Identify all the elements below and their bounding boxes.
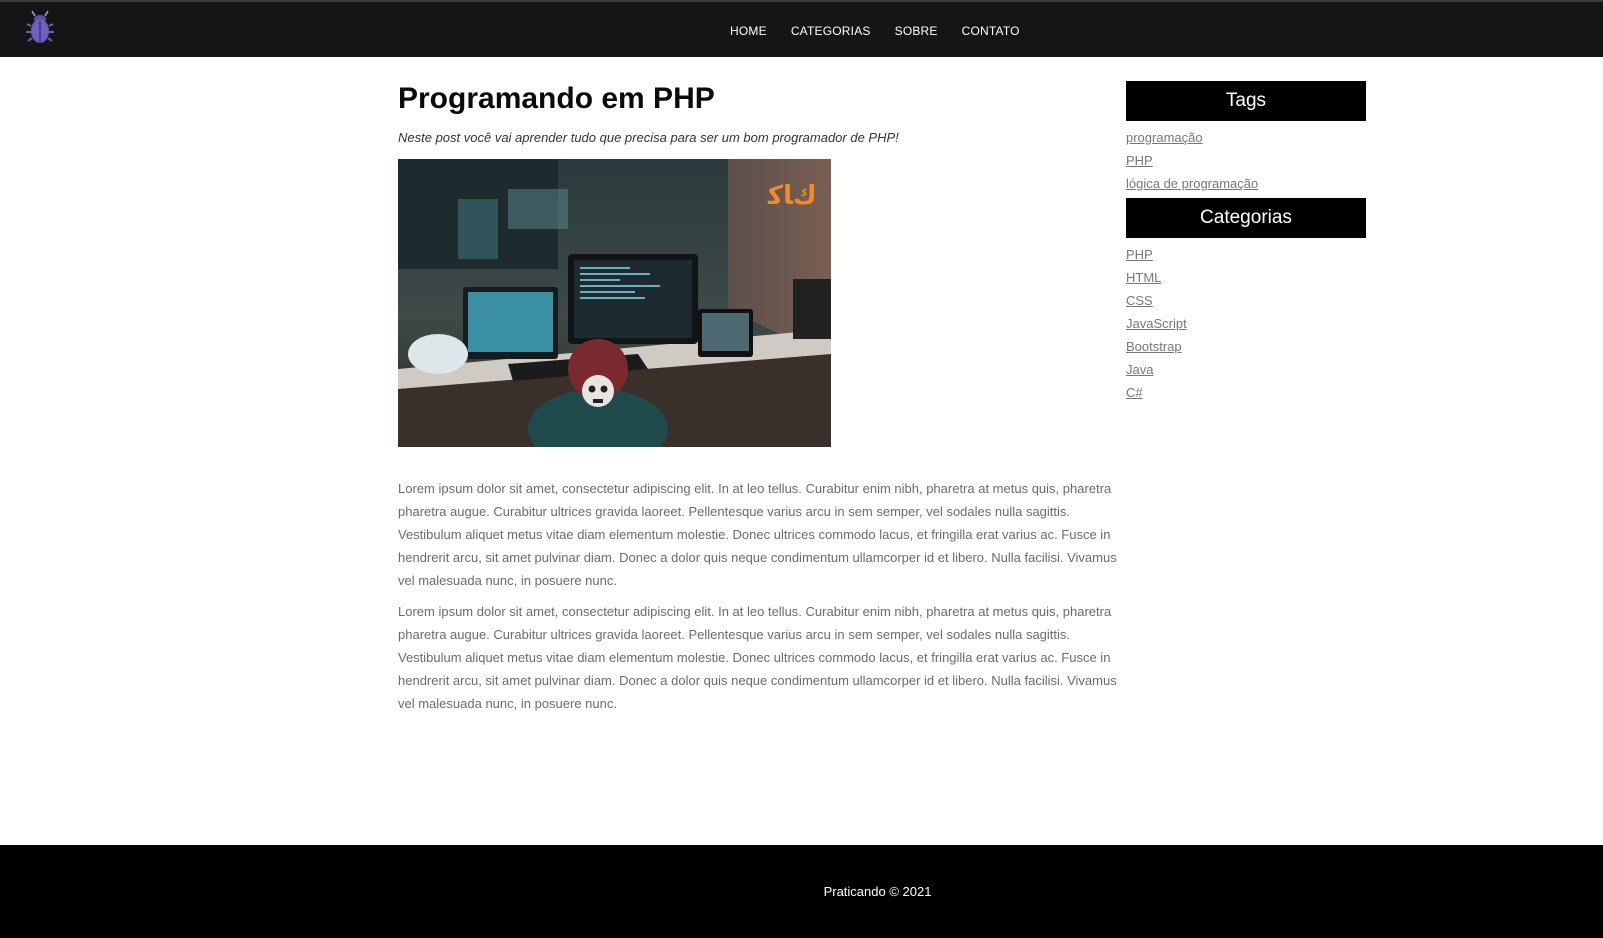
main-nav: HOME CATEGORIAS SOBRE CONTATO <box>730 2 1020 59</box>
sidebar: Tags programação PHP lógica de programaç… <box>1126 81 1366 407</box>
tags-list: programação PHP lógica de programação <box>1126 121 1366 198</box>
category-link[interactable]: C# <box>1126 385 1143 400</box>
post-hero-image: ﻙﺎﻛ <box>398 159 831 447</box>
top-navbar: HOME CATEGORIAS SOBRE CONTATO <box>0 0 1603 57</box>
post-subtitle: Neste post você vai aprender tudo que pr… <box>398 130 899 145</box>
category-link[interactable]: CSS <box>1126 293 1153 308</box>
footer-copyright: Praticando © 2021 <box>823 884 932 899</box>
post-title: Programando em PHP <box>398 82 715 115</box>
page-footer: Praticando © 2021 <box>0 845 1603 938</box>
category-link[interactable]: Bootstrap <box>1126 339 1182 354</box>
post-paragraph: Lorem ipsum dolor sit amet, consectetur … <box>398 481 1117 588</box>
tags-heading: Tags <box>1126 81 1366 121</box>
post-paragraph: Lorem ipsum dolor sit amet, consectetur … <box>398 604 1117 711</box>
nav-sobre-link[interactable]: SOBRE <box>895 24 938 38</box>
category-link[interactable]: Java <box>1126 362 1153 377</box>
bug-icon[interactable] <box>26 10 54 46</box>
category-link[interactable]: JavaScript <box>1126 316 1187 331</box>
tag-link[interactable]: programação <box>1126 130 1203 145</box>
category-link[interactable]: HTML <box>1126 270 1161 285</box>
nav-contato-link[interactable]: CONTATO <box>962 24 1020 38</box>
nav-categorias-link[interactable]: CATEGORIAS <box>791 24 871 38</box>
categories-heading: Categorias <box>1126 198 1366 238</box>
svg-text:ﻙﺎﻛ: ﻙﺎﻛ <box>767 181 817 211</box>
categories-list: PHP HTML CSS JavaScript Bootstrap Java C… <box>1126 238 1366 407</box>
nav-home-link[interactable]: HOME <box>730 24 767 38</box>
tag-link[interactable]: PHP <box>1126 153 1153 168</box>
tag-link[interactable]: lógica de programação <box>1126 176 1258 191</box>
category-link[interactable]: PHP <box>1126 247 1153 262</box>
post-content: Programando em PHP Neste post você vai a… <box>398 80 1118 715</box>
